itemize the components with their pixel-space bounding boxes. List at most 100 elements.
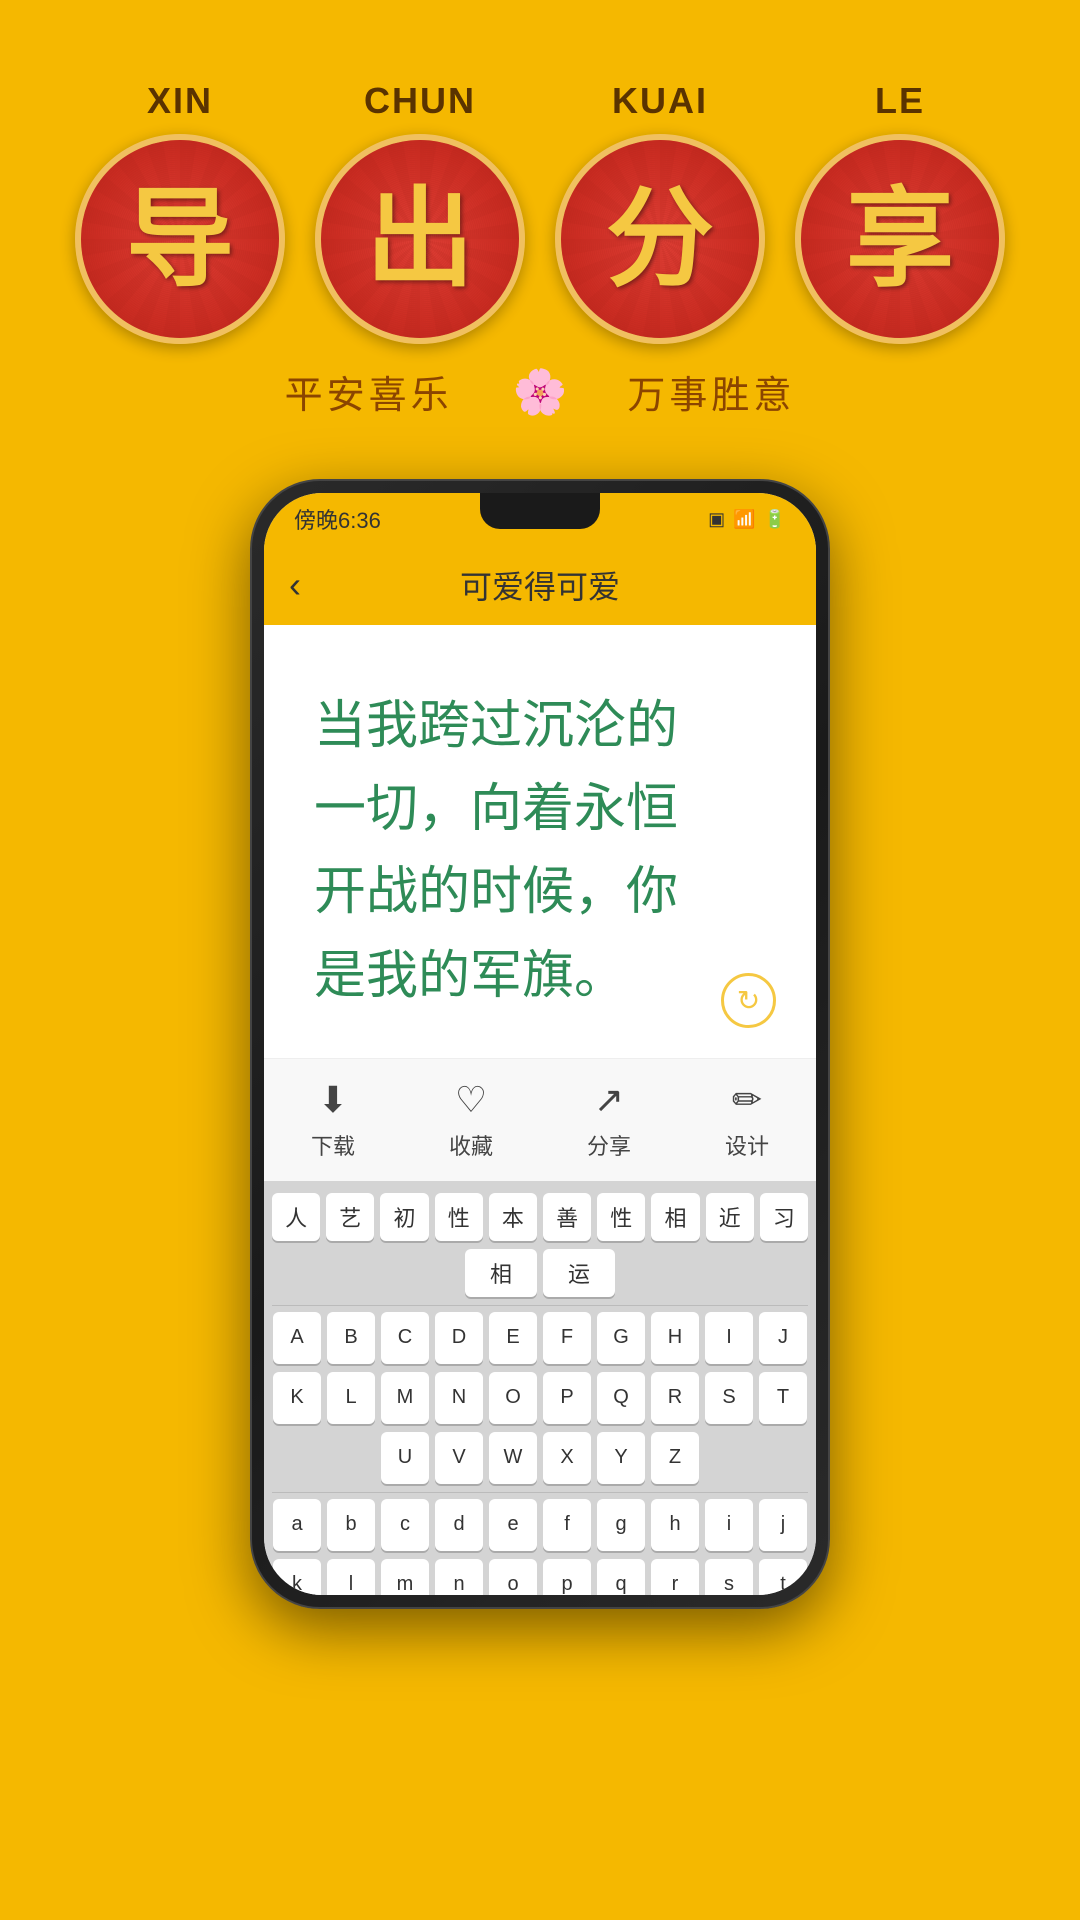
key-T[interactable]: T (759, 1372, 807, 1424)
key-suggestion-3[interactable]: 性 (435, 1193, 483, 1241)
key-f[interactable]: f (543, 1499, 591, 1551)
download-action[interactable]: ⬇ 下载 (311, 1079, 355, 1161)
key-G[interactable]: G (597, 1312, 645, 1364)
key-suggestion-5[interactable]: 善 (543, 1193, 591, 1241)
main-text: 当我跨过沉沦的一切，向着永恒开战的时候，你是我的军旗。 (314, 685, 766, 1018)
lotus-icon: 🌸 (513, 366, 568, 418)
key-B[interactable]: B (327, 1312, 375, 1364)
key-N[interactable]: N (435, 1372, 483, 1424)
key-e[interactable]: e (489, 1499, 537, 1551)
key-suggestion-11[interactable]: 运 (543, 1249, 615, 1297)
design-action[interactable]: ✏ 设计 (725, 1079, 769, 1161)
key-m[interactable]: m (381, 1559, 429, 1595)
key-suggestion-4[interactable]: 本 (489, 1193, 537, 1241)
key-q[interactable]: q (597, 1559, 645, 1595)
key-S[interactable]: S (705, 1372, 753, 1424)
key-R[interactable]: R (651, 1372, 699, 1424)
key-Y[interactable]: Y (597, 1432, 645, 1484)
key-o[interactable]: o (489, 1559, 537, 1595)
key-p[interactable]: p (543, 1559, 591, 1595)
key-c[interactable]: c (381, 1499, 429, 1551)
keyboard-row-2: K L M N O P Q R S T (272, 1372, 808, 1424)
key-suggestion-10[interactable]: 相 (465, 1249, 537, 1297)
key-suggestion-1[interactable]: 艺 (326, 1193, 374, 1241)
key-W[interactable]: W (489, 1432, 537, 1484)
key-P[interactable]: P (543, 1372, 591, 1424)
char-circle-le[interactable]: 享 (795, 134, 1005, 344)
key-l[interactable]: l (327, 1559, 375, 1595)
key-U[interactable]: U (381, 1432, 429, 1484)
status-bar: 傍晚6:36 ▣ 📶 🔋 (264, 493, 816, 545)
key-A[interactable]: A (273, 1312, 321, 1364)
key-J[interactable]: J (759, 1312, 807, 1364)
char-chinese-le: 享 (846, 185, 954, 293)
char-item-chun: CHUN 出 (315, 80, 525, 344)
battery-icon: 🔋 (764, 509, 786, 530)
favorite-label: 收藏 (449, 1129, 493, 1161)
status-notch (480, 493, 600, 529)
favorite-action[interactable]: ♡ 收藏 (449, 1079, 493, 1161)
char-item-xin: XIN 导 (75, 80, 285, 344)
key-g[interactable]: g (597, 1499, 645, 1551)
keyboard-row-4: a b c d e f g h i j (272, 1499, 808, 1551)
key-Z[interactable]: Z (651, 1432, 699, 1484)
char-circle-kuai[interactable]: 分 (555, 134, 765, 344)
key-s[interactable]: s (705, 1559, 753, 1595)
key-X[interactable]: X (543, 1432, 591, 1484)
char-chinese-kuai: 分 (606, 185, 714, 293)
keyboard-row-3: U V W X Y Z (272, 1432, 808, 1484)
subtitle-row: 平安喜乐 🌸 万事胜意 (40, 364, 1040, 419)
key-suggestion-0[interactable]: 人 (272, 1193, 320, 1241)
phone-outer: 傍晚6:36 ▣ 📶 🔋 ‹ 可爱得可爱 当我跨过沉沦的一切，向着永恒开战的时候… (250, 479, 830, 1609)
back-button[interactable]: ‹ (289, 564, 301, 606)
key-suggestion-9[interactable]: 习 (760, 1193, 808, 1241)
key-F[interactable]: F (543, 1312, 591, 1364)
key-a[interactable]: a (273, 1499, 321, 1551)
key-suggestion-8[interactable]: 近 (706, 1193, 754, 1241)
key-Q[interactable]: Q (597, 1372, 645, 1424)
phone-section: 傍晚6:36 ▣ 📶 🔋 ‹ 可爱得可爱 当我跨过沉沦的一切，向着永恒开战的时候… (0, 459, 1080, 1629)
char-circle-xin[interactable]: 导 (75, 134, 285, 344)
share-icon: ↗ (594, 1079, 624, 1121)
char-item-le: LE 享 (795, 80, 1005, 344)
key-H[interactable]: H (651, 1312, 699, 1364)
wifi-icon: 📶 (733, 509, 755, 530)
key-j[interactable]: j (759, 1499, 807, 1551)
phone-inner: 傍晚6:36 ▣ 📶 🔋 ‹ 可爱得可爱 当我跨过沉沦的一切，向着永恒开战的时候… (264, 493, 816, 1595)
refresh-icon[interactable]: ↻ (721, 973, 776, 1028)
key-suggestion-7[interactable]: 相 (651, 1193, 699, 1241)
status-icons: ▣ 📶 🔋 (708, 509, 786, 530)
share-action[interactable]: ↗ 分享 (587, 1079, 631, 1161)
char-circle-chun[interactable]: 出 (315, 134, 525, 344)
key-D[interactable]: D (435, 1312, 483, 1364)
key-E[interactable]: E (489, 1312, 537, 1364)
suggestion-row-1: 人 艺 初 性 本 善 性 相 近 习 (272, 1193, 808, 1241)
key-t[interactable]: t (759, 1559, 807, 1595)
key-b[interactable]: b (327, 1499, 375, 1551)
char-label-kuai: KUAI (612, 80, 708, 122)
key-i[interactable]: i (705, 1499, 753, 1551)
key-C[interactable]: C (381, 1312, 429, 1364)
key-d[interactable]: d (435, 1499, 483, 1551)
suggestion-row-2: 相 运 (272, 1249, 808, 1297)
key-k[interactable]: k (273, 1559, 321, 1595)
app-title: 可爱得可爱 (460, 562, 620, 608)
key-h[interactable]: h (651, 1499, 699, 1551)
key-suggestion-6[interactable]: 性 (597, 1193, 645, 1241)
design-label: 设计 (725, 1129, 769, 1161)
key-n[interactable]: n (435, 1559, 483, 1595)
top-section: XIN 导 CHUN 出 KUAI 分 LE (0, 0, 1080, 459)
key-L[interactable]: L (327, 1372, 375, 1424)
key-V[interactable]: V (435, 1432, 483, 1484)
keyboard-divider-2 (272, 1492, 808, 1493)
heart-icon: ♡ (455, 1079, 487, 1121)
key-suggestion-2[interactable]: 初 (380, 1193, 428, 1241)
pencil-icon: ✏ (732, 1079, 762, 1121)
key-r[interactable]: r (651, 1559, 699, 1595)
subtitle-right: 万事胜意 (627, 364, 795, 419)
key-O[interactable]: O (489, 1372, 537, 1424)
download-icon: ⬇ (318, 1079, 348, 1121)
key-K[interactable]: K (273, 1372, 321, 1424)
key-I[interactable]: I (705, 1312, 753, 1364)
key-M[interactable]: M (381, 1372, 429, 1424)
